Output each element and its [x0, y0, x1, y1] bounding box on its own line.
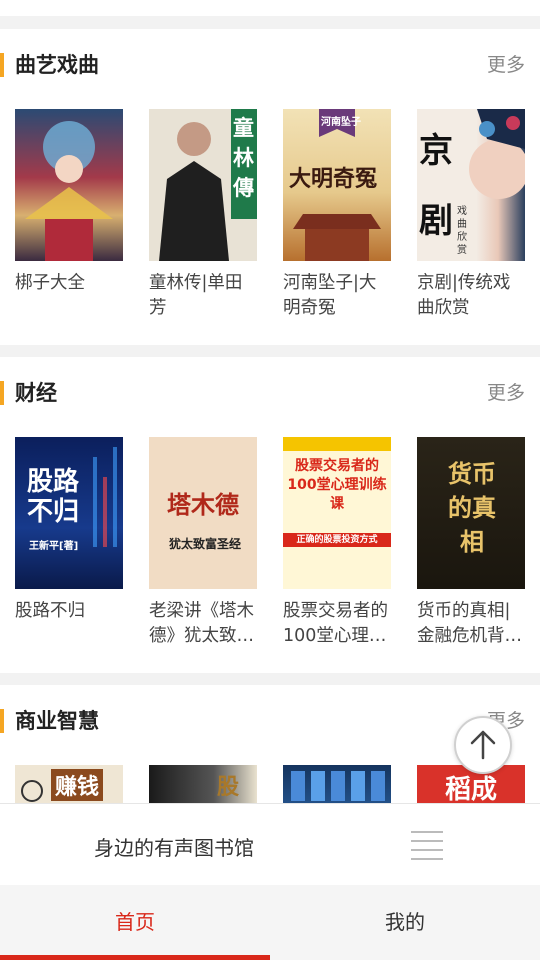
- book-item[interactable]: 股路不归 王新平[著] 股路不归: [15, 437, 123, 624]
- book-title[interactable]: 童林传|单田芳: [149, 271, 257, 321]
- book-title[interactable]: 股路不归: [15, 599, 123, 624]
- cover-subtitle: 王新平[著]: [29, 541, 79, 552]
- book-title[interactable]: 货币的真相|金融危机背后的秘密: [417, 599, 525, 649]
- book-item[interactable]: 童林傳 童林传|单田芳: [149, 109, 257, 321]
- cover-title: 赚钱: [51, 769, 104, 801]
- more-link[interactable]: 更多: [487, 379, 525, 407]
- tab-home[interactable]: 首页: [0, 885, 270, 960]
- cover-title: 稻成: [445, 775, 498, 803]
- section-title: 商业智慧: [15, 709, 99, 733]
- book-item[interactable]: 河南坠子 大明奇冤 河南坠子|大明奇冤: [283, 109, 391, 321]
- bottom-tab-bar: 首页 我的: [0, 885, 540, 960]
- cover-title: 大明奇冤: [289, 167, 378, 192]
- book-cover[interactable]: 京 剧 戏曲欣赏: [417, 109, 525, 261]
- footer-banner: 身边的有声图书馆: [0, 803, 540, 886]
- book-cover[interactable]: 股路不归 王新平[著]: [15, 437, 123, 589]
- tab-active-indicator: [0, 955, 270, 960]
- more-link[interactable]: 更多: [487, 51, 525, 79]
- book-item[interactable]: 货币的真相 货币的真相|金融危机背后的秘密: [417, 437, 525, 649]
- book-title[interactable]: 老梁讲《塔木德》犹太致富圣经: [149, 599, 257, 649]
- book-cover[interactable]: [283, 765, 391, 803]
- cover-subtitle: 犹太致富圣经: [169, 537, 242, 551]
- section-accent-bar: [0, 381, 4, 405]
- cover-title: 童林傳: [233, 116, 254, 200]
- book-title[interactable]: 梆子大全: [15, 271, 123, 296]
- book-cover[interactable]: 货币的真相: [417, 437, 525, 589]
- section-header: 曲艺戏曲 更多: [0, 29, 540, 101]
- book-cover[interactable]: [15, 109, 123, 261]
- scroll-to-top-button[interactable]: [454, 716, 512, 774]
- cover-title: 股路不归: [27, 467, 80, 527]
- book-cover[interactable]: 河南坠子 大明奇冤: [283, 109, 391, 261]
- book-item[interactable]: 梆子大全: [15, 109, 123, 296]
- section-title: 财经: [15, 381, 57, 405]
- section-opera: 曲艺戏曲 更多 梆子大全 童林傳 童林传|单田芳 河南坠子 大明奇冤 河南坠子|…: [0, 29, 540, 345]
- book-cover[interactable]: 塔木德 犹太致富圣经: [149, 437, 257, 589]
- cover-title: 股: [217, 775, 240, 800]
- book-cover[interactable]: 童林傳: [149, 109, 257, 261]
- book-item[interactable]: 股票交易者的100堂心理训练课 正确的股票投资方式 股票交易者的100堂心理训练…: [283, 437, 391, 649]
- cover-title: 股票交易者的100堂心理训练课: [287, 458, 387, 512]
- cover-title: 剧: [419, 201, 453, 241]
- section-header: 财经 更多: [0, 357, 540, 429]
- cover-subtitle: 河南坠子: [321, 117, 361, 128]
- book-item[interactable]: 股: [149, 765, 257, 803]
- cover-title: 京: [419, 131, 453, 171]
- arrow-up-icon: [470, 730, 496, 760]
- top-strip: [0, 0, 540, 16]
- book-cover[interactable]: 股: [149, 765, 257, 803]
- menu-icon[interactable]: [411, 831, 443, 860]
- cover-subtitle: 戏曲欣赏: [457, 206, 467, 256]
- book-item[interactable]: 京 剧 戏曲欣赏 京剧|传统戏曲欣赏: [417, 109, 525, 321]
- section-title: 曲艺戏曲: [15, 53, 99, 77]
- book-title[interactable]: 河南坠子|大明奇冤: [283, 271, 391, 321]
- book-title[interactable]: 京剧|传统戏曲欣赏: [417, 271, 525, 321]
- book-item[interactable]: 塔木德 犹太致富圣经 老梁讲《塔木德》犹太致富圣经: [149, 437, 257, 649]
- tab-mine[interactable]: 我的: [270, 885, 540, 960]
- book-item[interactable]: 赚钱: [15, 765, 123, 803]
- book-title[interactable]: 股票交易者的100堂心理训练课: [283, 599, 391, 649]
- section-accent-bar: [0, 53, 4, 77]
- footer-text: 身边的有声图书馆: [94, 836, 254, 860]
- section-accent-bar: [0, 709, 4, 733]
- section-finance: 财经 更多 股路不归 王新平[著] 股路不归 塔木德 犹太致富圣经 老梁讲《塔木…: [0, 357, 540, 673]
- cover-title: 货币的真相: [448, 460, 496, 556]
- book-cover[interactable]: 股票交易者的100堂心理训练课 正确的股票投资方式: [283, 437, 391, 589]
- book-item[interactable]: [283, 765, 391, 803]
- book-cover[interactable]: 赚钱: [15, 765, 123, 803]
- cover-title: 塔木德: [167, 491, 239, 519]
- cover-subtitle: 正确的股票投资方式: [296, 535, 378, 545]
